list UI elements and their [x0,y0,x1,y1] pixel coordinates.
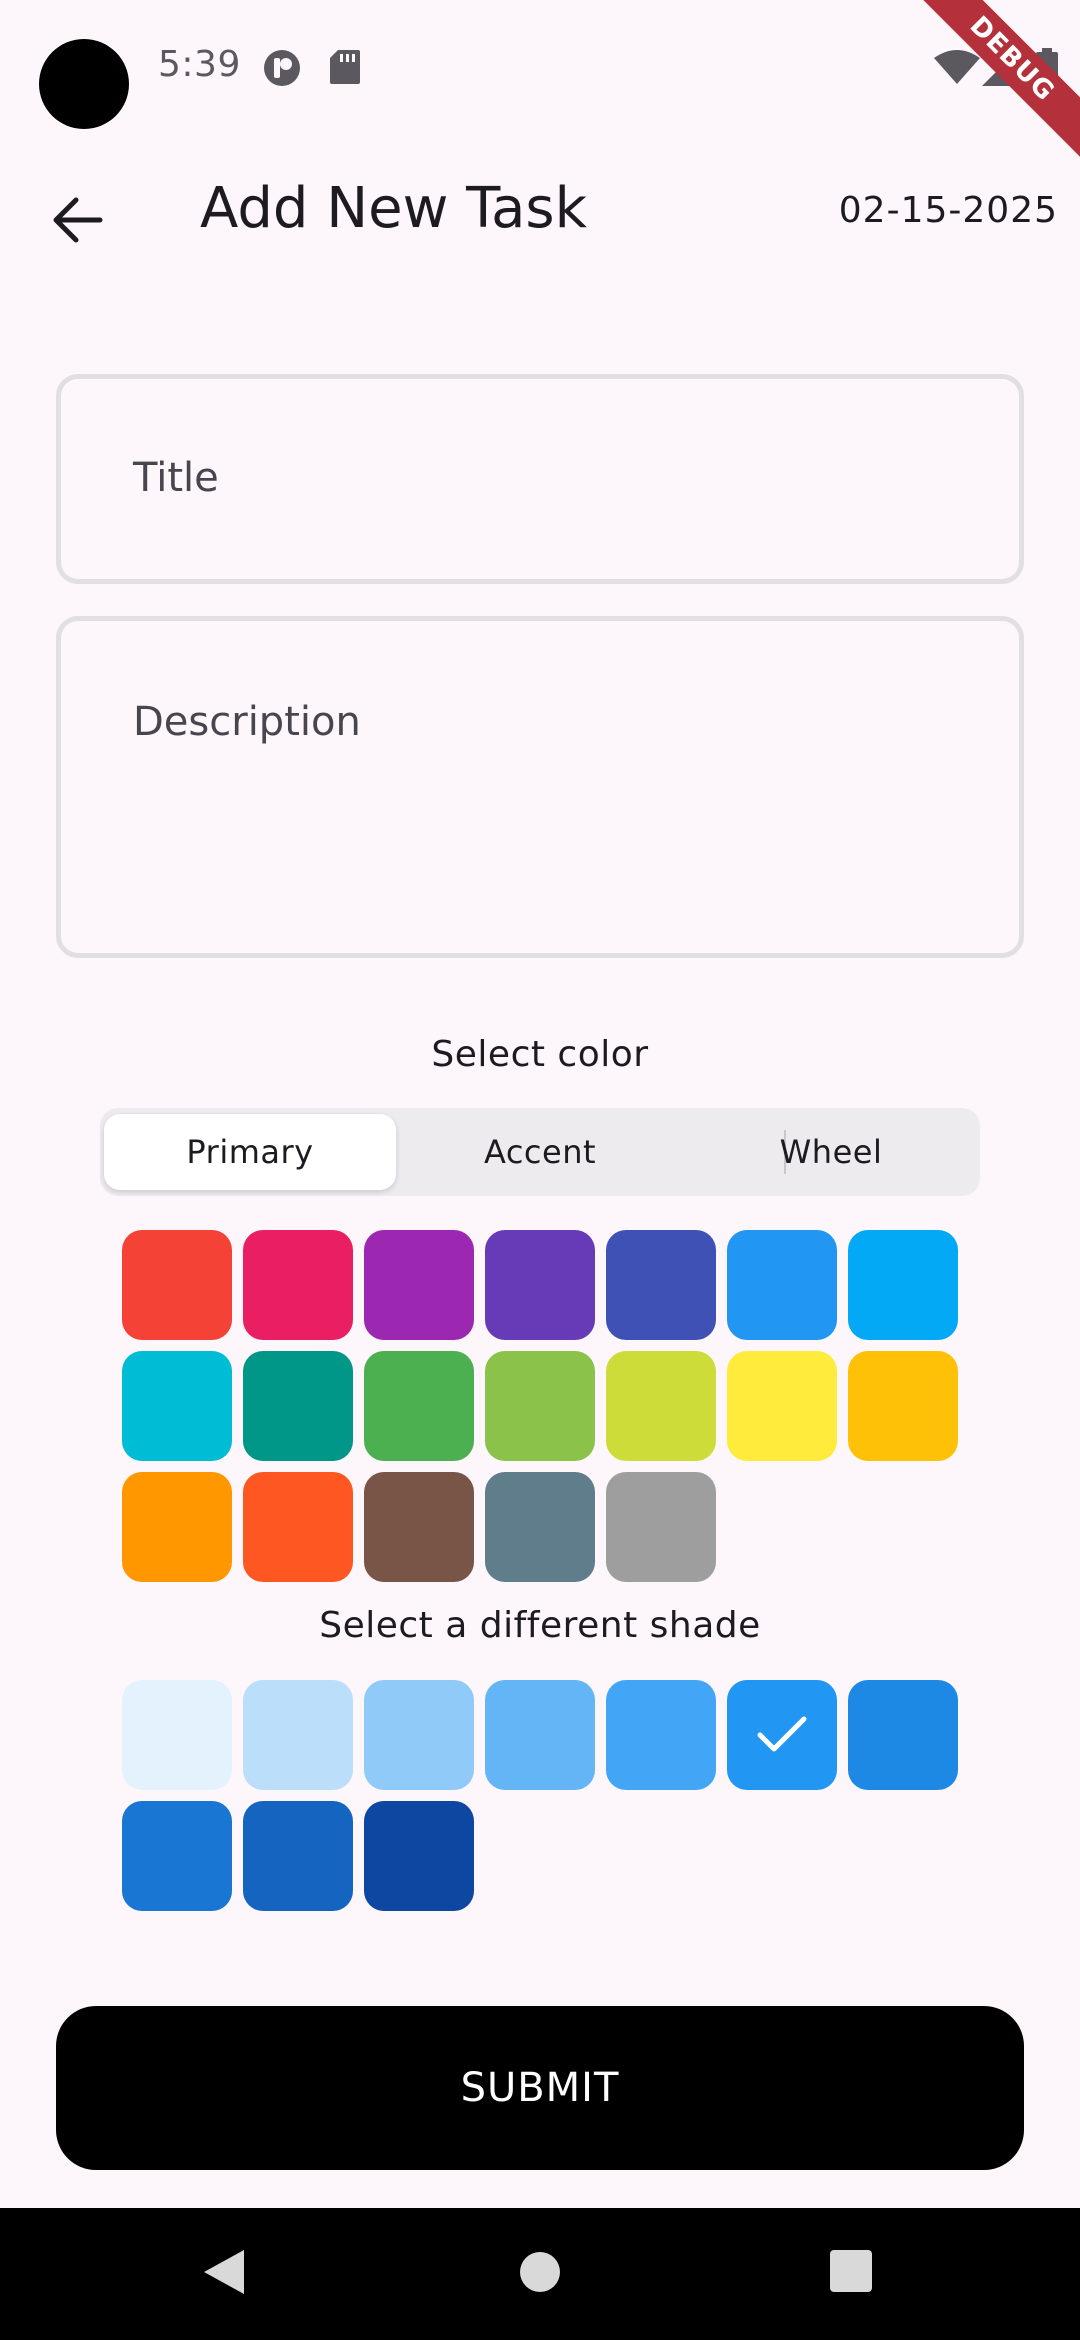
tab-wheel[interactable]: Wheel [686,1108,976,1196]
select-color-heading: Select color [431,1034,649,1075]
primary-color-swatch-17[interactable] [485,1472,595,1582]
primary-color-swatch-12[interactable] [727,1351,837,1461]
shade-swatch-7[interactable] [122,1801,232,1911]
shade-swatch-8[interactable] [243,1801,353,1911]
back-button[interactable] [40,182,116,258]
primary-color-swatch-8[interactable] [243,1351,353,1461]
color-mode-segmented-control: Primary Accent Wheel [100,1108,980,1196]
shade-swatch-1[interactable] [243,1680,353,1790]
shade-swatch-9[interactable] [364,1801,474,1911]
shade-swatch-6[interactable] [848,1680,958,1790]
arrow-left-icon [53,197,103,243]
home-circle-icon[interactable] [518,2250,562,2298]
primary-color-swatch-2[interactable] [364,1230,474,1340]
primary-color-swatch-13[interactable] [848,1351,958,1461]
status-bar: 5:39 DEBUG [0,0,1080,166]
task-date[interactable]: 02-15-2025 [839,190,1058,231]
primary-color-swatch-14[interactable] [122,1472,232,1582]
sd-card-icon [328,48,362,90]
primary-color-swatch-0[interactable] [122,1230,232,1340]
app-bar: Add New Task 02-15-2025 [0,160,1080,264]
primary-color-swatch-5[interactable] [727,1230,837,1340]
status-time: 5:39 [158,44,241,85]
title-field[interactable]: Title [56,374,1024,584]
system-nav-bar [0,2208,1080,2340]
shade-swatch-3[interactable] [485,1680,595,1790]
primary-color-swatch-11[interactable] [606,1351,716,1461]
primary-color-swatch-16[interactable] [364,1472,474,1582]
description-field-label: Description [133,699,361,745]
primary-color-swatch-1[interactable] [243,1230,353,1340]
primary-color-swatch-7[interactable] [122,1351,232,1461]
select-shade-heading: Select a different shade [319,1605,761,1646]
page-title: Add New Task [200,176,588,241]
shade-swatch-5[interactable] [727,1680,837,1790]
primary-color-swatch-4[interactable] [606,1230,716,1340]
shade-swatch-2[interactable] [364,1680,474,1790]
primary-color-swatch-6[interactable] [848,1230,958,1340]
wifi-icon [934,50,980,88]
recents-square-icon[interactable] [830,2250,872,2296]
shade-swatch-4[interactable] [606,1680,716,1790]
notification-app-icon [262,48,302,92]
check-icon [757,1716,807,1752]
primary-color-swatch-10[interactable] [485,1351,595,1461]
screen: 5:39 DEBUG Add New Task 02-15-2025 Title… [0,0,1080,2340]
submit-button[interactable]: SUBMIT [56,2006,1024,2170]
tab-primary[interactable]: Primary [104,1114,396,1190]
tab-accent[interactable]: Accent [396,1108,684,1196]
shade-swatch-0[interactable] [122,1680,232,1790]
primary-color-swatch-15[interactable] [243,1472,353,1582]
primary-color-swatch-9[interactable] [364,1351,474,1461]
primary-color-swatch-18[interactable] [606,1472,716,1582]
camera-cutout [39,39,129,129]
title-field-label: Title [133,455,219,501]
description-field[interactable]: Description [56,616,1024,958]
primary-color-swatch-3[interactable] [485,1230,595,1340]
back-triangle-icon[interactable] [200,2248,246,2300]
